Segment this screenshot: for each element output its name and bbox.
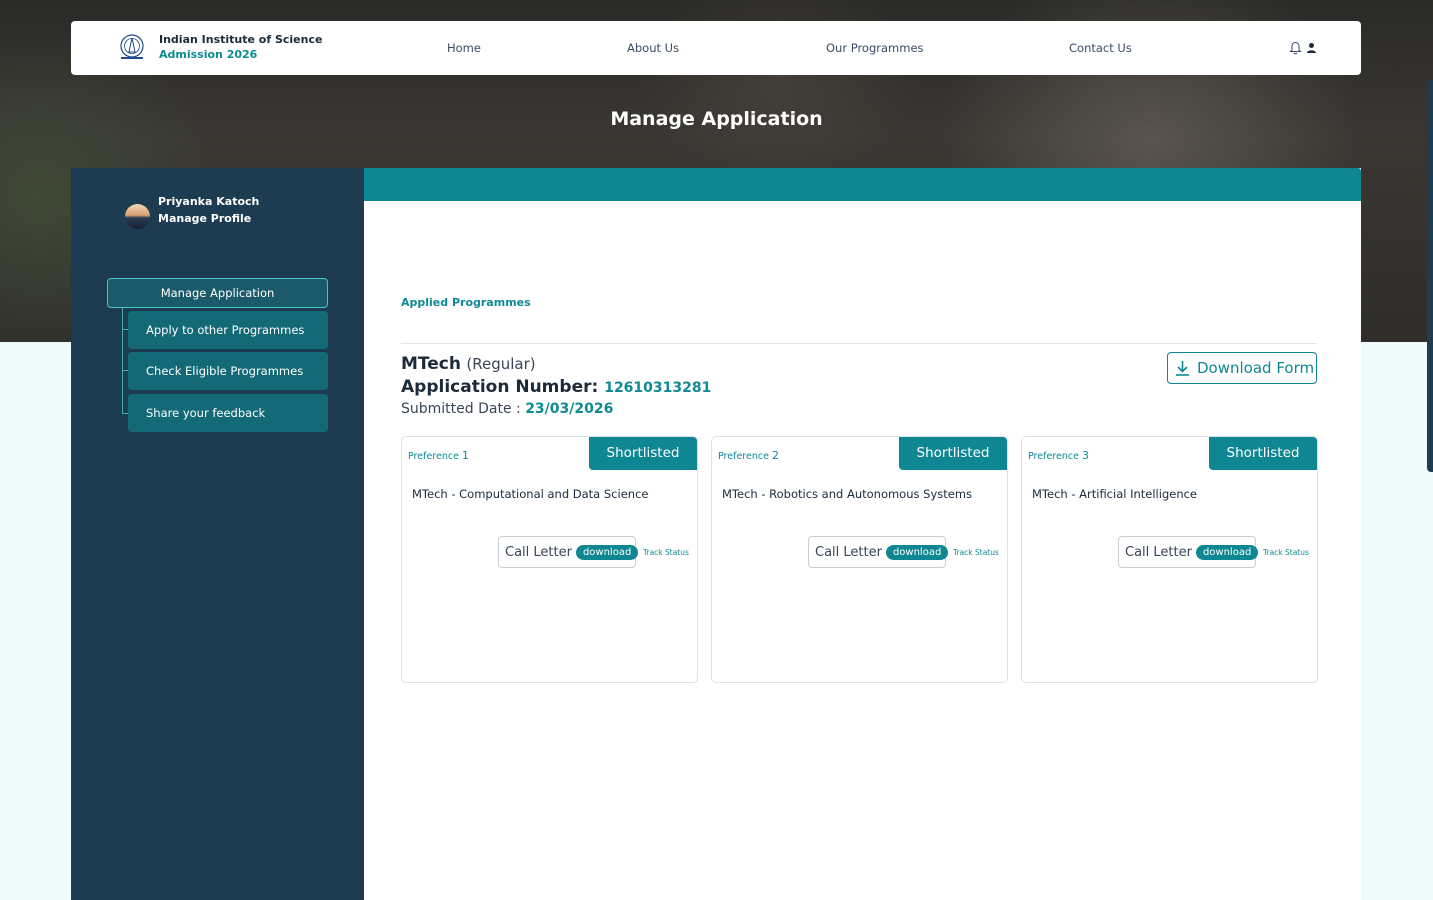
track-status-link[interactable]: Track Status xyxy=(1263,548,1309,557)
application-number-label: Application Number: xyxy=(401,377,599,397)
application-number-row: Application Number: 12610313281 xyxy=(401,377,711,397)
call-letter-download-button[interactable]: download xyxy=(885,544,949,560)
user-name: Priyanka Katoch xyxy=(158,195,260,208)
application-number: 12610313281 xyxy=(604,380,712,396)
divider xyxy=(401,343,1317,344)
bell-icon[interactable] xyxy=(1289,41,1302,55)
download-icon xyxy=(1176,361,1189,376)
call-letter-box: Call Letter download xyxy=(498,536,639,568)
main-header-bar xyxy=(364,168,1361,201)
institute-name: Indian Institute of Science xyxy=(159,33,323,46)
nav-our-programmes[interactable]: Our Programmes xyxy=(826,41,924,55)
card-programme-name: MTech - Computational and Data Science xyxy=(412,487,649,501)
call-letter-box: Call Letter download xyxy=(1118,536,1259,568)
call-letter-download-button[interactable]: download xyxy=(1195,544,1259,560)
status-badge: Shortlisted xyxy=(589,437,697,470)
applied-programmes-label: Applied Programmes xyxy=(401,296,531,309)
call-letter-label: Call Letter xyxy=(505,544,572,560)
programme-mode: (Regular) xyxy=(466,355,536,373)
track-status-link[interactable]: Track Status xyxy=(953,548,999,557)
nav-contact-us[interactable]: Contact Us xyxy=(1069,41,1132,55)
submitted-date-row: Submitted Date : 23/03/2026 xyxy=(401,401,613,417)
card-programme-name: MTech - Robotics and Autonomous Systems xyxy=(722,487,973,501)
programme-title: MTech (Regular) xyxy=(401,354,536,374)
avatar xyxy=(125,204,150,229)
nav-about-us[interactable]: About Us xyxy=(627,41,679,55)
submitted-date-label: Submitted Date : xyxy=(401,401,521,417)
preference-card: Preference 3 Shortlisted MTech - Artific… xyxy=(1021,436,1318,683)
status-badge: Shortlisted xyxy=(899,437,1007,470)
track-status-link[interactable]: Track Status xyxy=(643,548,689,557)
main-panel: Applied Programmes MTech (Regular) Appli… xyxy=(364,168,1361,900)
call-letter-box: Call Letter download xyxy=(808,536,949,568)
admission-label: Admission 2026 xyxy=(159,48,258,61)
download-form-label: Download Form xyxy=(1197,359,1315,377)
preference-label: Preference 3 xyxy=(1028,449,1089,462)
download-form-button[interactable]: Download Form xyxy=(1167,352,1317,384)
user-icon[interactable] xyxy=(1305,41,1318,55)
card-programme-name: MTech - Artificial Intelligence xyxy=(1032,487,1198,501)
top-navbar: Indian Institute of Science Admission 20… xyxy=(71,21,1361,75)
nav-home[interactable]: Home xyxy=(447,41,481,55)
status-badge: Shortlisted xyxy=(1209,437,1317,470)
call-letter-label: Call Letter xyxy=(815,544,882,560)
sidebar-item-feedback[interactable]: Share your feedback xyxy=(128,394,328,432)
sidebar-item-manage-application[interactable]: Manage Application xyxy=(107,278,328,308)
programme-name: MTech xyxy=(401,354,461,374)
preference-card: Preference 1 Shortlisted MTech - Computa… xyxy=(401,436,698,683)
sidebar: Priyanka Katoch Manage Profile Manage Ap… xyxy=(71,168,364,900)
call-letter-download-button[interactable]: download xyxy=(575,544,639,560)
call-letter-label: Call Letter xyxy=(1125,544,1192,560)
side-scroll-edge[interactable] xyxy=(1427,80,1433,472)
menu-tree-line xyxy=(122,308,123,414)
preference-card: Preference 2 Shortlisted MTech - Robotic… xyxy=(711,436,1008,683)
page-title: Manage Application xyxy=(610,108,823,130)
sidebar-item-check-eligible[interactable]: Check Eligible Programmes xyxy=(128,352,328,390)
manage-profile-link[interactable]: Manage Profile xyxy=(158,212,251,225)
iisc-logo xyxy=(120,34,144,59)
sidebar-item-apply-other[interactable]: Apply to other Programmes xyxy=(128,311,328,349)
submitted-date: 23/03/2026 xyxy=(525,401,614,417)
preference-label: Preference 1 xyxy=(408,449,469,462)
preference-label: Preference 2 xyxy=(718,449,779,462)
